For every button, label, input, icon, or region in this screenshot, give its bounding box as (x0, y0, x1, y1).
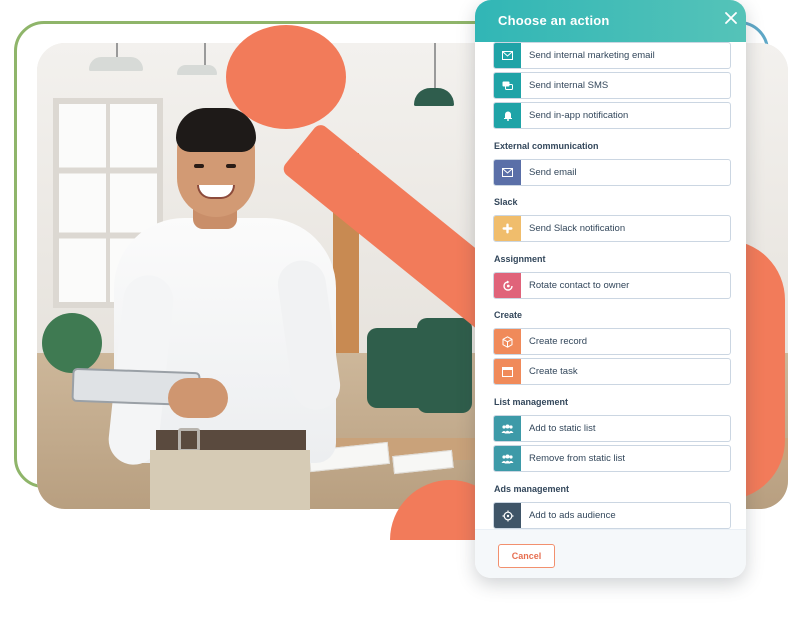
stage: Choose an action Send internal marketing… (0, 0, 800, 631)
action-send-in-app-notification[interactable]: Send in-app notification (493, 102, 731, 129)
action-send-internal-marketing-email[interactable]: Send internal marketing email (493, 42, 731, 69)
action-label: Send Slack notification (529, 223, 626, 234)
eye (194, 164, 204, 168)
dialog-footer: Cancel (475, 529, 746, 578)
action-add-to-static-list[interactable]: Add to static list (493, 415, 731, 442)
email-icon (494, 43, 521, 68)
belt-buckle (178, 428, 200, 452)
section-label-ads-management: Ads management (494, 484, 570, 494)
action-send-slack-notification[interactable]: Send Slack notification (493, 215, 731, 242)
action-label: Create task (529, 366, 578, 377)
dialog-header: Choose an action (475, 0, 746, 42)
people-icon (494, 446, 521, 471)
slack-icon (494, 216, 521, 241)
close-button[interactable] (723, 12, 739, 28)
section-label-list-management: List management (494, 397, 569, 407)
bell-icon (494, 103, 521, 128)
pants (150, 450, 310, 510)
people-icon (494, 416, 521, 441)
email-icon (494, 160, 521, 185)
eye (226, 164, 236, 168)
action-send-email[interactable]: Send email (493, 159, 731, 186)
action-create-record[interactable]: Create record (493, 328, 731, 355)
action-rotate-contact-to-owner[interactable]: Rotate contact to owner (493, 272, 731, 299)
section-label-slack: Slack (494, 197, 518, 207)
task-icon (494, 359, 521, 384)
choose-action-dialog: Choose an action Send internal marketing… (475, 0, 746, 578)
cancel-button[interactable]: Cancel (498, 544, 555, 568)
section-label-external-communication: External communication (494, 141, 599, 151)
action-send-internal-sms[interactable]: Send internal SMS (493, 72, 731, 99)
action-remove-from-static-list[interactable]: Remove from static list (493, 445, 731, 472)
action-label: Remove from static list (529, 453, 626, 464)
action-label: Add to ads audience (529, 510, 616, 521)
cube-icon (494, 329, 521, 354)
section-label-assignment: Assignment (494, 254, 546, 264)
action-add-to-ads-audience[interactable]: Add to ads audience (493, 502, 731, 529)
hair (176, 108, 256, 152)
action-label: Add to static list (529, 423, 596, 434)
action-create-task[interactable]: Create task (493, 358, 731, 385)
action-label: Send in-app notification (529, 110, 629, 121)
action-label: Send internal marketing email (529, 50, 655, 61)
action-label: Create record (529, 336, 588, 347)
action-list[interactable]: Send internal marketing email Send inter… (475, 42, 746, 529)
target-icon (494, 503, 521, 528)
rotate-user-icon (494, 273, 521, 298)
close-icon (725, 12, 737, 24)
dialog-title: Choose an action (498, 13, 610, 28)
action-label: Send internal SMS (529, 80, 609, 91)
sms-icon (494, 73, 521, 98)
section-label-create: Create (494, 310, 523, 320)
action-label: Rotate contact to owner (529, 280, 630, 291)
action-label: Send email (529, 167, 577, 178)
hand (168, 378, 228, 418)
